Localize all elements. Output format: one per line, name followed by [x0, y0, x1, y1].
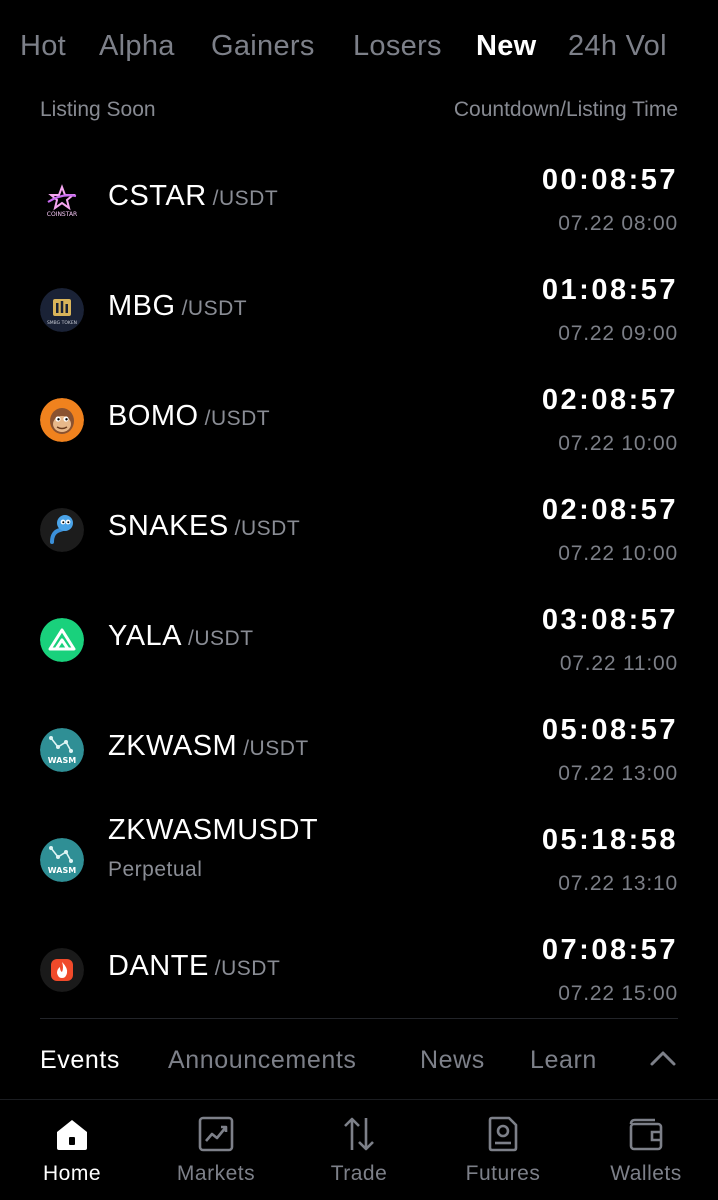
- pair-symbol: YALA: [108, 620, 183, 652]
- pair-quote: /USDT: [188, 627, 254, 650]
- listing-time: 07.22 13:00: [558, 762, 678, 785]
- svg-text:SMBG TOKEN: SMBG TOKEN: [47, 320, 77, 326]
- countdown-timer: 02:08:57: [541, 384, 678, 416]
- listing-row-mbg[interactable]: SMBG TOKEN MBG/USDT 01:08:57 07.22 09:00: [0, 254, 718, 364]
- listing-time: 07.22 11:00: [559, 652, 678, 675]
- mbg-logo-icon: SMBG TOKEN: [40, 288, 84, 332]
- market-category-tabs: Hot Alpha Gainers Losers New 24h Vol: [0, 0, 718, 92]
- pair-quote: /USDT: [243, 737, 309, 760]
- tab-losers[interactable]: Losers: [353, 26, 442, 66]
- pair-name: DANTE/USDT: [108, 950, 280, 983]
- pair-name: ZKWASM/USDT: [108, 730, 309, 763]
- nav-markets[interactable]: Markets: [156, 1100, 276, 1200]
- pair-symbol: ZKWASM: [108, 730, 238, 762]
- countdown-timer: 05:08:57: [541, 714, 678, 746]
- pair-quote: /USDT: [181, 297, 248, 320]
- contract-type-label: Perpetual: [108, 858, 203, 881]
- bottom-navigation: Home Markets Trade Futures Wallets: [0, 1100, 718, 1200]
- home-icon: [53, 1115, 91, 1153]
- futures-doc-icon: [484, 1115, 522, 1153]
- listing-time: 07.22 09:00: [558, 322, 678, 345]
- nav-trade[interactable]: Trade: [299, 1100, 419, 1200]
- countdown-timer: 05:18:58: [541, 824, 678, 856]
- pair-symbol: SNAKES: [108, 510, 229, 542]
- listing-row-cstar[interactable]: COINSTAR CSTAR/USDT 00:08:57 07.22 08:00: [0, 144, 718, 254]
- snakes-logo-icon: [40, 508, 84, 552]
- pair-name: CSTAR/USDT: [108, 180, 278, 213]
- nav-label: Futures: [465, 1162, 541, 1185]
- svg-text:COINSTAR: COINSTAR: [47, 211, 77, 218]
- listing-row-zkwasm[interactable]: WASM ZKWASM/USDT 05:08:57 07.22 13:00: [0, 694, 718, 804]
- swap-arrows-icon: [340, 1115, 378, 1153]
- listing-list: COINSTAR CSTAR/USDT 00:08:57 07.22 08:00…: [0, 144, 718, 1024]
- pair-symbol: MBG: [108, 290, 176, 322]
- listing-time: 07.22 15:00: [558, 982, 678, 1005]
- countdown-timer: 03:08:57: [541, 604, 678, 636]
- tab-new[interactable]: New: [476, 26, 537, 66]
- pair-symbol: ZKWASMUSDT: [108, 814, 319, 846]
- tab-announcements[interactable]: Announcements: [168, 1042, 356, 1078]
- countdown-timer: 07:08:57: [541, 934, 678, 966]
- listing-row-zkwasmusdt-perpetual[interactable]: WASM ZKWASMUSDT Perpetual 05:18:58 07.22…: [0, 804, 718, 914]
- coinstar-logo-icon: COINSTAR: [40, 178, 84, 222]
- tab-24h-vol[interactable]: 24h Vol: [568, 26, 667, 66]
- nav-label: Trade: [330, 1162, 388, 1185]
- tab-gainers[interactable]: Gainers: [211, 26, 315, 66]
- listing-list-header: Listing Soon Countdown/Listing Time: [40, 98, 678, 126]
- tab-hot[interactable]: Hot: [20, 26, 66, 66]
- bomo-monkey-logo-icon: [40, 398, 84, 442]
- pair-quote: /USDT: [204, 407, 271, 430]
- listing-time: 07.22 10:00: [558, 432, 678, 455]
- pair-name: BOMO/USDT: [108, 400, 270, 433]
- nav-wallets[interactable]: Wallets: [586, 1100, 706, 1200]
- listing-time: 07.22 13:10: [558, 872, 678, 895]
- nav-home[interactable]: Home: [12, 1100, 132, 1200]
- yala-logo-icon: [40, 618, 84, 662]
- nav-label: Markets: [176, 1162, 256, 1185]
- listing-time: 07.22 10:00: [558, 542, 678, 565]
- countdown-listing-time-label: Countdown/Listing Time: [453, 98, 678, 121]
- listing-row-dante[interactable]: DANTE/USDT 07:08:57 07.22 15:00: [0, 914, 718, 1024]
- countdown-timer: 00:08:57: [541, 164, 678, 196]
- listing-row-bomo[interactable]: BOMO/USDT 02:08:57 07.22 10:00: [0, 364, 718, 474]
- tab-alpha[interactable]: Alpha: [99, 26, 175, 66]
- listing-row-snakes[interactable]: SNAKES/USDT 02:08:57 07.22 10:00: [0, 474, 718, 584]
- listing-soon-label: Listing Soon: [40, 98, 156, 121]
- listing-row-yala[interactable]: YALA/USDT 03:08:57 07.22 11:00: [0, 584, 718, 694]
- listing-time: 07.22 08:00: [558, 212, 678, 235]
- svg-text:WASM: WASM: [48, 866, 76, 875]
- countdown-timer: 02:08:57: [541, 494, 678, 526]
- svg-text:WASM: WASM: [48, 756, 76, 765]
- pair-quote: /USDT: [212, 187, 279, 210]
- nav-futures[interactable]: Futures: [443, 1100, 563, 1200]
- pair-symbol: CSTAR: [108, 180, 207, 212]
- section-divider: [40, 1018, 678, 1019]
- dante-logo-icon: [40, 948, 84, 992]
- pair-name: YALA/USDT: [108, 620, 254, 653]
- pair-quote: /USDT: [234, 517, 301, 540]
- nav-label: Wallets: [610, 1162, 682, 1185]
- pair-name: ZKWASMUSDT: [108, 814, 318, 847]
- tab-news[interactable]: News: [420, 1042, 485, 1078]
- pair-name: MBG/USDT: [108, 290, 247, 323]
- zkwasm-logo-icon: WASM: [40, 838, 84, 882]
- pair-name: SNAKES/USDT: [108, 510, 300, 543]
- info-tabs: Events Announcements News Learn: [0, 1042, 718, 1082]
- chevron-up-icon[interactable]: [648, 1046, 678, 1070]
- countdown-timer: 01:08:57: [541, 274, 678, 306]
- zkwasm-logo-icon: WASM: [40, 728, 84, 772]
- wallet-icon: [627, 1115, 665, 1153]
- tab-events[interactable]: Events: [40, 1042, 120, 1078]
- tab-learn[interactable]: Learn: [530, 1042, 597, 1078]
- nav-label: Home: [42, 1162, 102, 1185]
- pair-quote: /USDT: [214, 957, 281, 980]
- pair-symbol: DANTE: [108, 950, 209, 982]
- chart-icon: [197, 1115, 235, 1153]
- pair-symbol: BOMO: [108, 400, 199, 432]
